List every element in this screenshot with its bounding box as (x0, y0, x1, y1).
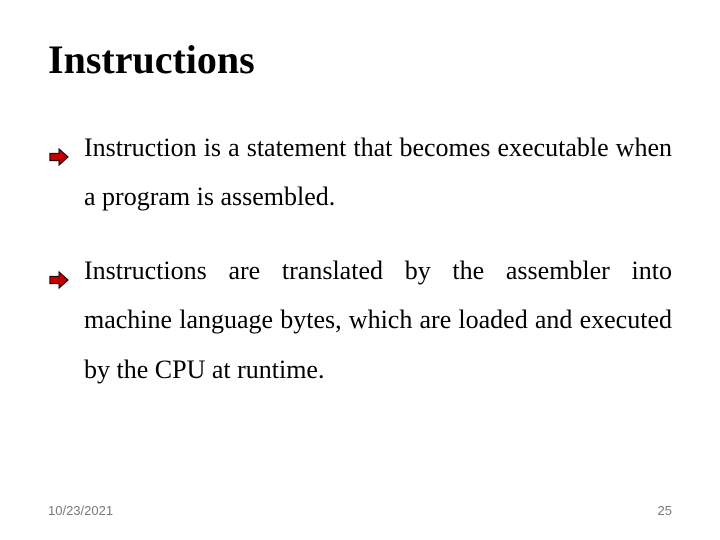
list-item: Instruction is a statement that becomes … (48, 123, 672, 222)
list-item: Instructions are translated by the assem… (48, 246, 672, 394)
slide-title: Instructions (48, 36, 672, 83)
bullet-text: Instructions are translated by the assem… (84, 256, 672, 384)
footer-date: 10/23/2021 (48, 503, 113, 518)
footer-page: 25 (658, 503, 672, 518)
arrow-right-icon (48, 135, 70, 157)
footer: 10/23/2021 25 (48, 503, 672, 518)
slide: Instructions Instruction is a statement … (0, 0, 720, 540)
arrow-right-icon (48, 258, 70, 280)
bullet-text: Instruction is a statement that becomes … (84, 133, 672, 211)
bullet-list: Instruction is a statement that becomes … (48, 123, 672, 394)
